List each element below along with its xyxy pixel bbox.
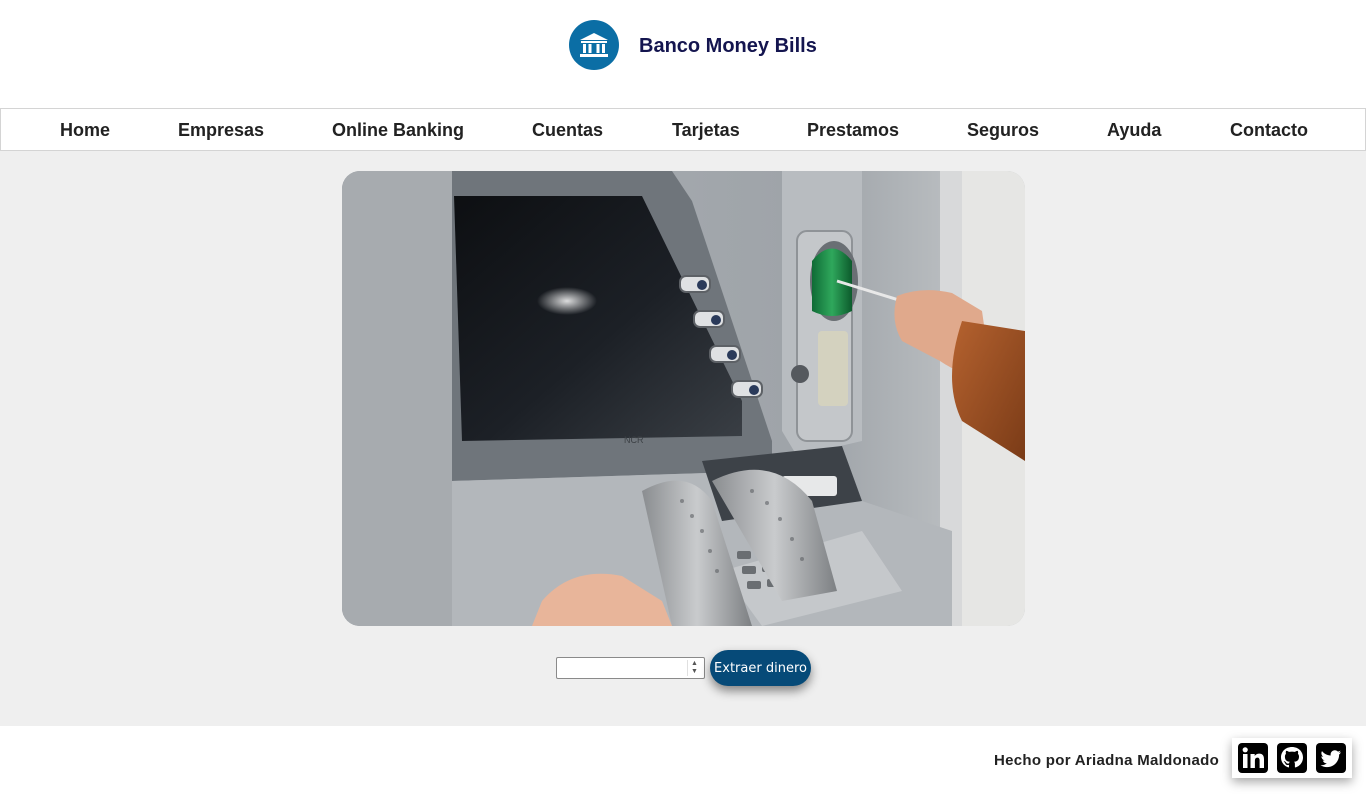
bank-logo[interactable] bbox=[569, 20, 619, 70]
footer-credit: Hecho por Ariadna Maldonado bbox=[994, 752, 1220, 769]
nav-item-cuentas[interactable]: Cuentas bbox=[532, 120, 603, 141]
twitter-icon bbox=[1315, 743, 1346, 773]
header: Banco Money Bills bbox=[0, 0, 1366, 108]
bank-building-icon bbox=[580, 33, 608, 57]
svg-text:NCR: NCR bbox=[624, 435, 644, 445]
nav-item-ayuda[interactable]: Ayuda bbox=[1107, 120, 1161, 141]
github-link[interactable] bbox=[1274, 740, 1310, 776]
main-nav: Home Empresas Online Banking Cuentas Tar… bbox=[0, 108, 1366, 151]
amount-input[interactable]: ▲ ▼ bbox=[556, 657, 705, 679]
twitter-link[interactable] bbox=[1313, 740, 1349, 776]
atm-illustration: NCR bbox=[342, 171, 1025, 626]
social-links bbox=[1232, 738, 1352, 778]
nav-item-home[interactable]: Home bbox=[60, 120, 110, 141]
brand-name: Banco Money Bills bbox=[639, 35, 817, 57]
nav-item-empresas[interactable]: Empresas bbox=[178, 120, 264, 141]
nav-item-contacto[interactable]: Contacto bbox=[1230, 120, 1308, 141]
main-content: NCR ▲ ▼ Extraer dinero bbox=[0, 151, 1366, 726]
atm-card-insertion-photo: NCR bbox=[342, 171, 1025, 626]
footer: Hecho por Ariadna Maldonado bbox=[0, 726, 1366, 794]
nav-item-tarjetas[interactable]: Tarjetas bbox=[672, 120, 740, 141]
nav-item-online-banking[interactable]: Online Banking bbox=[332, 120, 464, 141]
nav-item-seguros[interactable]: Seguros bbox=[967, 120, 1039, 141]
linkedin-link[interactable] bbox=[1235, 740, 1271, 776]
nav-item-prestamos[interactable]: Prestamos bbox=[807, 120, 899, 141]
amount-stepper[interactable]: ▲ ▼ bbox=[687, 660, 701, 676]
extract-money-button[interactable]: Extraer dinero bbox=[710, 650, 811, 686]
stepper-down-icon[interactable]: ▼ bbox=[688, 668, 701, 676]
stepper-up-icon[interactable]: ▲ bbox=[688, 660, 701, 668]
github-icon bbox=[1276, 743, 1307, 773]
linkedin-icon bbox=[1238, 743, 1269, 773]
